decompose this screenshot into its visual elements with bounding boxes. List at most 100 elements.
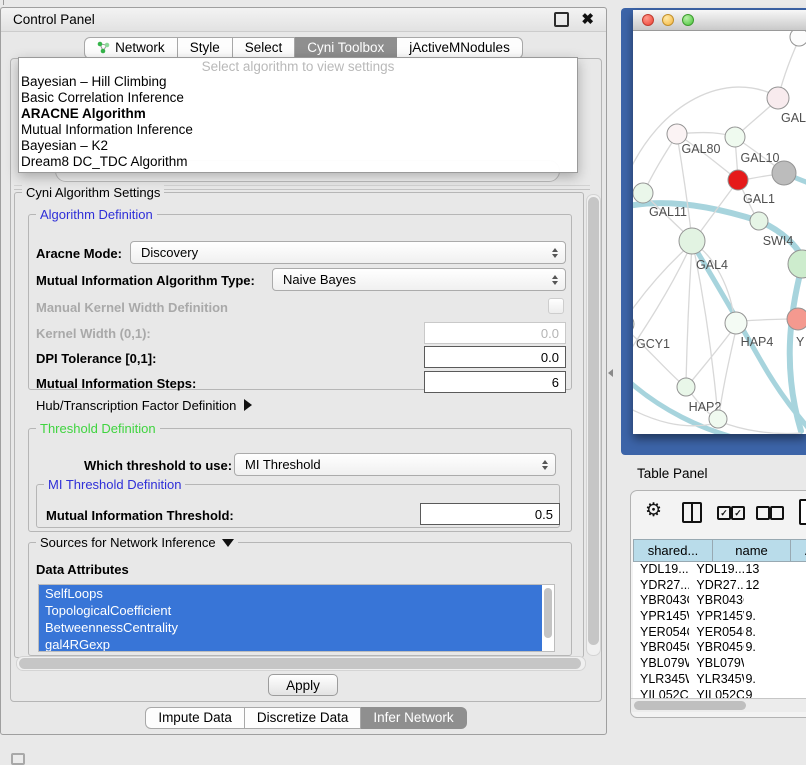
attribute-item[interactable]: SelfLoops xyxy=(39,585,542,602)
algorithm-option[interactable]: Bayesian – Hill Climbing xyxy=(19,74,577,90)
cyni-algorithm-settings-title: Cyni Algorithm Settings xyxy=(22,185,164,200)
column-header-shared-[interactable]: shared... xyxy=(633,539,713,562)
settings-hscroll-thumb[interactable] xyxy=(19,658,581,669)
mac-close-icon[interactable] xyxy=(642,14,654,26)
table-row[interactable]: YBL079WYBL079W xyxy=(633,656,806,672)
settings-vertical-scrollbar[interactable] xyxy=(586,194,601,656)
unchecked-checkbox-icon[interactable] xyxy=(770,506,784,520)
attribute-item[interactable]: TopologicalCoefficient xyxy=(39,602,542,619)
table-row[interactable]: YBR043CYBR043C xyxy=(633,593,806,609)
collapsed-arrow-icon[interactable] xyxy=(244,399,252,411)
table-row[interactable]: YDR27...YDR27...12 xyxy=(633,578,806,594)
settings-vscroll-thumb[interactable] xyxy=(588,197,599,645)
bottom-tab-discretize-data[interactable]: Discretize Data xyxy=(245,707,362,729)
kernel-width-input[interactable]: 0.0 xyxy=(424,322,566,344)
table-file-icon[interactable] xyxy=(799,499,806,525)
network-canvas[interactable]: GALGAL80GAL10GAL1GAL11SWI4GAL4GCY1HAP4YH… xyxy=(633,31,806,434)
column-header-name[interactable]: name xyxy=(713,539,791,562)
dock-panel-icon[interactable] xyxy=(11,753,25,765)
apply-button[interactable]: Apply xyxy=(268,674,338,696)
gear-icon[interactable]: ⚙ xyxy=(645,501,662,520)
network-window-titlebar xyxy=(633,10,806,31)
network-node[interactable] xyxy=(788,250,806,278)
mac-minimize-icon[interactable] xyxy=(662,14,674,26)
mi-steps-input[interactable]: 6 xyxy=(424,371,566,393)
algorithm-option[interactable]: Mutual Information Inference xyxy=(19,122,577,138)
algorithm-dropdown-popup: Select algorithm to view settings Bayesi… xyxy=(18,57,578,173)
stepper-arrows-icon xyxy=(542,460,548,470)
tab-cyni-toolbox[interactable]: Cyni Toolbox xyxy=(295,37,397,59)
dpi-tolerance-input[interactable]: 0.0 xyxy=(424,346,566,368)
bottom-tab-impute-data[interactable]: Impute Data xyxy=(145,707,245,729)
data-attributes-list[interactable]: SelfLoopsTopologicalCoefficientBetweenne… xyxy=(38,584,555,652)
network-node-label: GAL80 xyxy=(682,142,721,156)
network-node-gal[interactable] xyxy=(767,87,789,109)
sources-title[interactable]: Sources for Network Inference xyxy=(36,535,238,550)
float-panel-icon[interactable] xyxy=(554,12,569,27)
column-header-a[interactable]: A xyxy=(791,539,806,562)
network-node-swi4[interactable] xyxy=(750,212,768,230)
hub-definition-toggle[interactable]: Hub/Transcription Factor Definition xyxy=(36,398,252,413)
splitter-collapse-arrow[interactable] xyxy=(608,369,613,377)
network-node-y[interactable] xyxy=(787,308,806,330)
aracne-mode-select[interactable]: Discovery xyxy=(130,241,566,264)
tab-label: Impute Data xyxy=(158,710,232,725)
table-horizontal-scrollbar[interactable] xyxy=(631,698,806,712)
network-node[interactable] xyxy=(790,31,806,46)
manual-kernel-width-checkbox[interactable] xyxy=(548,298,564,314)
table-row[interactable]: YLR345WYLR345W9. xyxy=(633,672,806,688)
algorithm-option[interactable]: ARACNE Algorithm xyxy=(19,106,577,122)
table-row[interactable]: YDL19...YDL19...13 xyxy=(633,562,806,578)
attribute-item[interactable]: gal4RGexp xyxy=(39,636,542,652)
table-row[interactable]: YBR045CYBR045C9. xyxy=(633,640,806,656)
table-cell: YIL052C xyxy=(689,688,744,699)
kernel-width-label: Kernel Width (0,1): xyxy=(36,326,151,341)
tab-style[interactable]: Style xyxy=(178,37,233,59)
algorithm-option[interactable]: Dream8 DC_TDC Algorithm xyxy=(19,154,577,170)
algorithm-definition-title-text: Algorithm Definition xyxy=(40,207,153,222)
table-row[interactable]: YER054CYER054C8. xyxy=(633,625,806,641)
tab-network[interactable]: Network xyxy=(84,37,178,59)
columns-icon[interactable] xyxy=(682,502,702,523)
table-cell: YIL052C xyxy=(633,688,689,699)
network-node-gal10[interactable] xyxy=(725,127,745,147)
table-row[interactable]: YIL052CYIL052C9 xyxy=(633,688,806,699)
network-node-hap4[interactable] xyxy=(725,312,747,334)
which-threshold-value: MI Threshold xyxy=(245,457,321,472)
mi-algorithm-type-select[interactable]: Naive Bayes xyxy=(272,268,566,291)
table-hscroll-thumb[interactable] xyxy=(634,701,746,710)
settings-horizontal-scrollbar[interactable] xyxy=(16,656,586,671)
table-cell: YBR045C xyxy=(633,640,689,656)
table-cell: YDR27... xyxy=(689,578,744,594)
attributes-vscroll-thumb[interactable] xyxy=(544,588,552,638)
mi-algorithm-type-value: Naive Bayes xyxy=(283,272,356,287)
network-node[interactable] xyxy=(772,161,796,185)
close-icon[interactable]: ✖ xyxy=(581,12,594,27)
table-window: ⚙ ✓ ✓ shared...nameA YDL19...YDL19...13Y… xyxy=(630,490,806,718)
checked-checkbox-icon[interactable]: ✓ xyxy=(717,506,731,520)
network-node[interactable] xyxy=(709,410,727,428)
checked-checkbox-icon[interactable]: ✓ xyxy=(731,506,745,520)
network-node-gal1[interactable] xyxy=(728,170,748,190)
network-node-gal4[interactable] xyxy=(679,228,705,254)
mi-threshold-label: Mutual Information Threshold: xyxy=(46,508,234,523)
mac-zoom-icon[interactable] xyxy=(682,14,694,26)
which-threshold-select[interactable]: MI Threshold xyxy=(234,453,556,476)
network-node-hap2[interactable] xyxy=(677,378,695,396)
tab-select[interactable]: Select xyxy=(233,37,296,59)
expanded-arrow-icon[interactable] xyxy=(222,539,234,547)
algorithm-option[interactable]: Bayesian – K2 xyxy=(19,138,577,154)
algorithm-option[interactable]: Basic Correlation Inference xyxy=(19,90,577,106)
table-row[interactable]: YPR145WYPR145W9. xyxy=(633,609,806,625)
bottom-tab-infer-network[interactable]: Infer Network xyxy=(361,707,466,729)
network-node-gal11[interactable] xyxy=(633,183,653,203)
table-cell: YLR345W xyxy=(689,672,744,688)
unchecked-checkbox-icon[interactable] xyxy=(756,506,770,520)
mi-threshold-input[interactable]: 0.5 xyxy=(420,503,560,525)
tab-label: Select xyxy=(245,40,283,55)
network-node-gcy1[interactable] xyxy=(633,314,634,334)
network-node-label: Y xyxy=(796,335,805,349)
network-node-gal80[interactable] xyxy=(667,124,687,144)
tab-jactivemnodules[interactable]: jActiveMNodules xyxy=(397,37,523,59)
attribute-item[interactable]: BetweennessCentrality xyxy=(39,619,542,636)
